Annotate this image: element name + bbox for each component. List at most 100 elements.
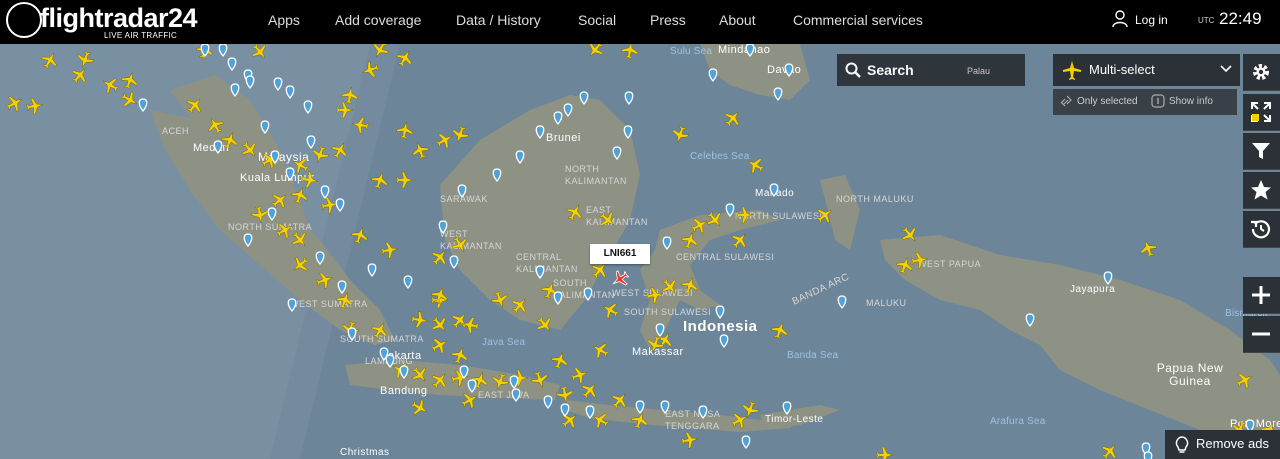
aircraft-icon[interactable] bbox=[1098, 440, 1121, 459]
airport-pin-icon[interactable] bbox=[769, 183, 779, 198]
airport-pin-icon[interactable] bbox=[698, 405, 708, 420]
aircraft-icon[interactable] bbox=[434, 129, 456, 151]
aircraft-icon[interactable] bbox=[314, 270, 335, 291]
nav-add-coverage[interactable]: Add coverage bbox=[335, 0, 421, 41]
airport-pin-icon[interactable] bbox=[335, 198, 345, 213]
airport-pin-icon[interactable] bbox=[285, 167, 295, 182]
airport-pin-icon[interactable] bbox=[457, 184, 467, 199]
multi-select-dropdown[interactable]: Multi-select bbox=[1053, 54, 1240, 86]
aircraft-icon[interactable] bbox=[876, 446, 894, 459]
aircraft-icon[interactable] bbox=[530, 369, 551, 390]
aircraft-icon[interactable] bbox=[409, 397, 431, 419]
aircraft-icon[interactable] bbox=[120, 70, 141, 91]
settings-button[interactable] bbox=[1243, 54, 1280, 91]
aircraft-icon[interactable] bbox=[99, 74, 121, 96]
airport-pin-icon[interactable] bbox=[403, 275, 413, 290]
airport-pin-icon[interactable] bbox=[635, 400, 645, 415]
airport-pin-icon[interactable] bbox=[655, 323, 665, 338]
aircraft-icon[interactable] bbox=[68, 64, 91, 87]
aircraft-icon[interactable] bbox=[596, 208, 619, 231]
nav-social[interactable]: Social bbox=[578, 0, 616, 41]
airport-pin-icon[interactable] bbox=[138, 98, 148, 113]
aircraft-icon[interactable] bbox=[329, 139, 351, 161]
nav-about[interactable]: About bbox=[719, 0, 756, 41]
aircraft-icon[interactable] bbox=[680, 431, 699, 450]
aircraft-icon[interactable] bbox=[703, 208, 726, 231]
airport-pin-icon[interactable] bbox=[1143, 451, 1153, 459]
aircraft-icon[interactable] bbox=[680, 275, 701, 296]
flightradar24-logo[interactable]: flightradar24 LIVE AIR TRAFFIC bbox=[6, 2, 198, 42]
aircraft-icon[interactable] bbox=[813, 204, 836, 227]
aircraft-icon[interactable] bbox=[274, 219, 296, 241]
aircraft-icon[interactable] bbox=[251, 205, 270, 224]
airport-pin-icon[interactable] bbox=[719, 334, 729, 349]
aircraft-icon[interactable] bbox=[449, 234, 471, 256]
aircraft-icon[interactable] bbox=[508, 294, 531, 317]
aircraft-icon[interactable] bbox=[336, 101, 354, 119]
selected-flight-callout[interactable]: LNI661 bbox=[590, 244, 650, 264]
aircraft-icon[interactable] bbox=[1234, 369, 1256, 391]
aircraft-icon[interactable] bbox=[736, 206, 754, 224]
selected-aircraft-icon[interactable] bbox=[609, 268, 632, 291]
airport-pin-icon[interactable] bbox=[585, 405, 595, 420]
airport-pin-icon[interactable] bbox=[511, 388, 521, 403]
aircraft-icon[interactable] bbox=[556, 385, 575, 404]
airport-pin-icon[interactable] bbox=[399, 365, 409, 380]
aircraft-icon[interactable] bbox=[369, 44, 391, 61]
airport-pin-icon[interactable] bbox=[837, 295, 847, 310]
airport-pin-icon[interactable] bbox=[227, 57, 237, 72]
aircraft-icon[interactable] bbox=[599, 299, 621, 321]
aircraft-icon[interactable] bbox=[288, 228, 311, 251]
aircraft-icon[interactable] bbox=[450, 345, 471, 366]
aircraft-icon[interactable] bbox=[448, 309, 471, 332]
airport-pin-icon[interactable] bbox=[745, 44, 755, 58]
airport-pin-icon[interactable] bbox=[624, 91, 634, 106]
airport-pin-icon[interactable] bbox=[492, 168, 502, 183]
airport-pin-icon[interactable] bbox=[612, 146, 622, 161]
airport-pin-icon[interactable] bbox=[583, 287, 593, 302]
airport-pin-icon[interactable] bbox=[741, 435, 751, 450]
airport-pin-icon[interactable] bbox=[320, 185, 330, 200]
aircraft-icon[interactable] bbox=[621, 44, 640, 60]
aircraft-icon[interactable] bbox=[428, 246, 451, 269]
airport-pin-icon[interactable] bbox=[347, 327, 357, 342]
airport-pin-icon[interactable] bbox=[579, 91, 589, 106]
airport-pin-icon[interactable] bbox=[306, 135, 316, 150]
aircraft-icon[interactable] bbox=[428, 313, 451, 336]
aircraft-icon[interactable] bbox=[721, 107, 744, 130]
airport-pin-icon[interactable] bbox=[260, 120, 270, 135]
aircraft-icon[interactable] bbox=[75, 49, 96, 70]
aircraft-icon[interactable] bbox=[289, 253, 312, 276]
aircraft-icon[interactable] bbox=[1138, 238, 1159, 259]
airport-pin-icon[interactable] bbox=[337, 280, 347, 295]
airport-pin-icon[interactable] bbox=[623, 125, 633, 140]
search-box[interactable]: Search Palau bbox=[837, 54, 1025, 86]
nav-data-history[interactable]: Data / History bbox=[456, 0, 541, 41]
filter-button[interactable] bbox=[1243, 133, 1280, 170]
aircraft-icon[interactable] bbox=[680, 230, 701, 251]
aircraft-icon[interactable] bbox=[335, 290, 356, 311]
aircraft-icon[interactable] bbox=[589, 339, 611, 361]
aircraft-icon[interactable] bbox=[569, 365, 590, 386]
zoom-out-button[interactable] bbox=[1243, 316, 1280, 353]
aircraft-icon[interactable] bbox=[300, 171, 319, 190]
airport-pin-icon[interactable] bbox=[662, 236, 672, 251]
aircraft-icon[interactable] bbox=[204, 114, 226, 136]
aircraft-icon[interactable] bbox=[689, 214, 711, 236]
aircraft-icon[interactable] bbox=[351, 116, 370, 135]
airport-pin-icon[interactable] bbox=[553, 291, 563, 306]
airport-pin-icon[interactable] bbox=[1025, 313, 1035, 328]
airport-pin-icon[interactable] bbox=[245, 75, 255, 90]
airport-pin-icon[interactable] bbox=[543, 395, 553, 410]
aircraft-icon[interactable] bbox=[645, 286, 664, 305]
airport-pin-icon[interactable] bbox=[715, 305, 725, 320]
aircraft-icon[interactable] bbox=[450, 124, 471, 145]
aircraft-icon[interactable] bbox=[584, 44, 607, 61]
nav-press[interactable]: Press bbox=[650, 0, 686, 41]
airport-pin-icon[interactable] bbox=[449, 255, 459, 270]
airport-pin-icon[interactable] bbox=[784, 63, 794, 78]
aircraft-icon[interactable] bbox=[410, 311, 429, 330]
airport-pin-icon[interactable] bbox=[218, 44, 228, 58]
airport-pin-icon[interactable] bbox=[725, 203, 735, 218]
aircraft-icon[interactable] bbox=[396, 121, 415, 140]
